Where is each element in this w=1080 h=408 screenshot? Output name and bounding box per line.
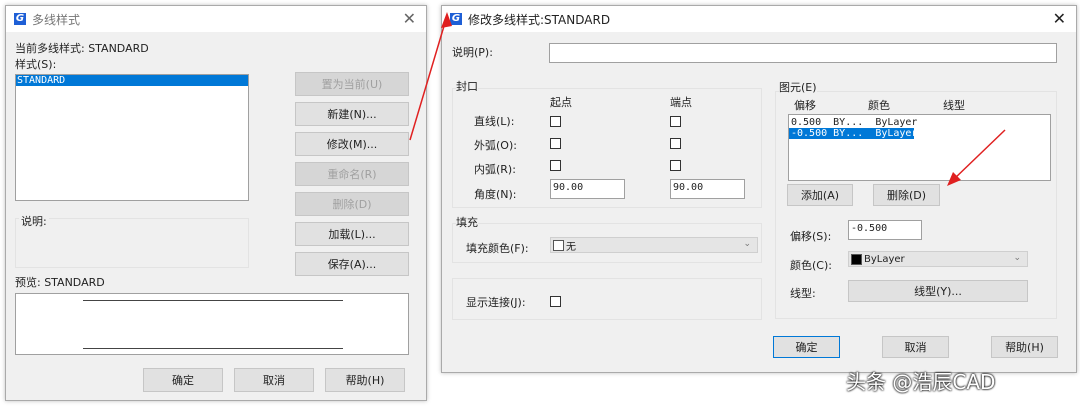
arrow-head-1 bbox=[441, 12, 452, 28]
arrow-line-2 bbox=[952, 129, 1006, 181]
watermark: 头条 @浩辰CAD bbox=[846, 370, 996, 394]
arrow-line-1 bbox=[409, 15, 448, 141]
annotation-arrows bbox=[409, 12, 1006, 186]
